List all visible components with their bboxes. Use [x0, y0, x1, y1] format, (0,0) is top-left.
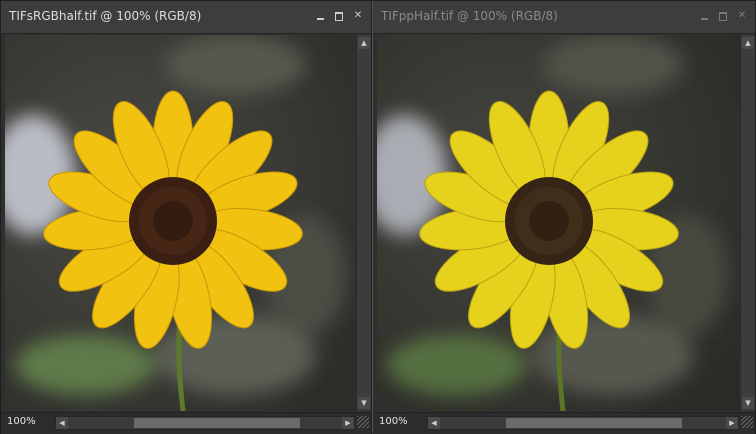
maximize-icon[interactable] — [718, 10, 728, 22]
zoom-level[interactable]: 100% — [7, 416, 36, 427]
maximize-icon[interactable] — [334, 10, 344, 22]
close-icon[interactable] — [737, 10, 747, 22]
arrow-left-icon[interactable]: ◀ — [428, 417, 440, 429]
image-canvas[interactable] — [5, 35, 355, 411]
sunflower-photo — [377, 35, 739, 411]
vertical-scrollbar[interactable]: ▲ ▼ — [740, 35, 755, 411]
arrow-right-icon[interactable]: ▶ — [726, 417, 738, 429]
status-bar: 100% ◀ ▶ — [373, 412, 755, 434]
status-bar: 100% ◀ ▶ — [1, 412, 371, 434]
title-bar[interactable]: TIFsRGBhalf.tif @ 100% (RGB/8) — [1, 1, 371, 34]
arrow-down-icon[interactable]: ▼ — [742, 397, 754, 409]
document-window-left[interactable]: TIFsRGBhalf.tif @ 100% (RGB/8) ✕ ▲ ▼ 100… — [0, 0, 372, 434]
minimize-icon[interactable] — [699, 10, 709, 22]
document-window-right[interactable]: TIFppHalf.tif @ 100% (RGB/8) ✕ ▲ ▼ 100% … — [372, 0, 756, 434]
arrow-up-icon[interactable]: ▲ — [742, 37, 754, 49]
window-title: TIFppHalf.tif @ 100% (RGB/8) — [381, 9, 558, 23]
scroll-thumb[interactable] — [134, 418, 300, 428]
resize-grip-icon[interactable] — [357, 416, 369, 428]
close-icon[interactable] — [353, 10, 363, 22]
vertical-scrollbar[interactable]: ▲ ▼ — [356, 35, 371, 411]
arrow-down-icon[interactable]: ▼ — [358, 397, 370, 409]
horizontal-scrollbar[interactable]: ◀ ▶ — [55, 416, 355, 430]
image-canvas[interactable] — [377, 35, 739, 411]
sunflower-photo — [5, 35, 355, 411]
arrow-up-icon[interactable]: ▲ — [358, 37, 370, 49]
minimize-icon[interactable] — [315, 10, 325, 22]
arrow-left-icon[interactable]: ◀ — [56, 417, 68, 429]
horizontal-scrollbar[interactable]: ◀ ▶ — [427, 416, 739, 430]
arrow-right-icon[interactable]: ▶ — [342, 417, 354, 429]
window-title: TIFsRGBhalf.tif @ 100% (RGB/8) — [9, 9, 202, 23]
scroll-thumb[interactable] — [506, 418, 682, 428]
zoom-level[interactable]: 100% — [379, 416, 408, 427]
title-bar[interactable]: TIFppHalf.tif @ 100% (RGB/8) — [373, 1, 755, 34]
resize-grip-icon[interactable] — [741, 416, 753, 428]
